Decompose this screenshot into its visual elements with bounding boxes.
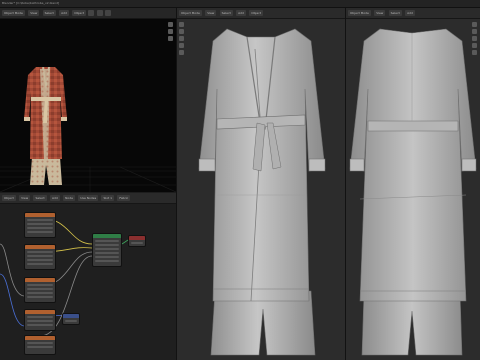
image-texture-metallic[interactable]: [24, 309, 56, 331]
back-viewport-header: Object Mode View Select Add: [346, 8, 480, 19]
front-viewport-header: Object Mode View Select Add Object: [177, 8, 345, 19]
move-tool-icon[interactable]: [472, 29, 477, 34]
back-mode-dropdown[interactable]: Object Mode: [348, 10, 371, 16]
back-solid-viewport[interactable]: Object Mode View Select Add: [346, 8, 480, 360]
image-texture-alpha[interactable]: [24, 335, 56, 355]
move-tool-icon[interactable]: [179, 36, 184, 41]
principled-bsdf[interactable]: [92, 233, 122, 267]
render-viewport[interactable]: Object Mode View Select Add Object: [0, 8, 176, 192]
overlay-icon[interactable]: [96, 10, 103, 16]
top-menu-bar: Blender* [C:\Robe\bathrobe_v2.blend]: [0, 0, 480, 8]
front-object-menu[interactable]: Object: [249, 10, 264, 16]
front-select-menu[interactable]: Select: [219, 10, 233, 16]
material-name-field[interactable]: Fabric: [117, 195, 131, 201]
rotate-tool-icon[interactable]: [179, 43, 184, 48]
back-toolbar: [472, 22, 478, 57]
app-title: Blender* [C:\Robe\bathrobe_v2.blend]: [2, 1, 60, 5]
node-editor-header: Object View Select Add Node Use Nodes Sl…: [0, 193, 176, 204]
view-menu[interactable]: View: [28, 10, 40, 16]
rotate-tool-icon[interactable]: [472, 36, 477, 41]
material-slot-dropdown[interactable]: Slot 1: [101, 195, 115, 201]
back-model-canvas: [349, 28, 477, 356]
use-nodes-toggle[interactable]: Use Nodes: [78, 195, 99, 201]
select-menu[interactable]: Select: [42, 10, 56, 16]
select-tool-icon[interactable]: [179, 22, 184, 27]
zoom-icon[interactable]: [168, 22, 173, 27]
front-add-menu[interactable]: Add: [236, 10, 246, 16]
node-view-menu[interactable]: View: [19, 195, 31, 201]
front-solid-viewport[interactable]: Object Mode View Select Add Object: [177, 8, 345, 360]
render-canvas: [0, 67, 176, 192]
camera-icon[interactable]: [168, 36, 173, 41]
front-toolbar: [179, 22, 185, 57]
nav-gizmo-column: [168, 22, 174, 43]
front-view-menu[interactable]: View: [205, 10, 217, 16]
viewport-shading-icon[interactable]: [88, 10, 95, 16]
node-menu[interactable]: Node: [63, 195, 75, 201]
back-select-menu[interactable]: Select: [388, 10, 402, 16]
floor-grid: [0, 166, 176, 192]
scale-tool-icon[interactable]: [472, 43, 477, 48]
front-mode-dropdown[interactable]: Object Mode: [179, 10, 202, 16]
back-add-menu[interactable]: Add: [405, 10, 415, 16]
normal-map[interactable]: [62, 313, 80, 325]
cursor-tool-icon[interactable]: [179, 29, 184, 34]
shader-node-editor[interactable]: Object View Select Add Node Use Nodes Sl…: [0, 193, 176, 360]
image-texture-base-color[interactable]: [24, 212, 56, 238]
pan-icon[interactable]: [168, 29, 173, 34]
node-select-menu[interactable]: Select: [33, 195, 47, 201]
node-add-menu[interactable]: Add: [50, 195, 60, 201]
material-output[interactable]: [128, 235, 146, 247]
annotate-tool-icon[interactable]: [472, 50, 477, 55]
robe-front-model[interactable]: [198, 28, 326, 356]
mode-dropdown[interactable]: Object Mode: [2, 10, 25, 16]
editor-type-dropdown[interactable]: Object: [2, 195, 16, 201]
back-view-menu[interactable]: View: [374, 10, 386, 16]
render-viewport-header: Object Mode View Select Add Object: [0, 8, 176, 19]
gizmo-icon[interactable]: [104, 10, 111, 16]
image-texture-roughness[interactable]: [24, 244, 56, 270]
add-menu[interactable]: Add: [59, 10, 69, 16]
image-texture-normal[interactable]: [24, 277, 56, 303]
select-tool-icon[interactable]: [472, 22, 477, 27]
front-model-canvas: [198, 28, 326, 356]
object-menu[interactable]: Object: [72, 10, 87, 16]
scale-tool-icon[interactable]: [179, 50, 184, 55]
robe-back-model[interactable]: [349, 28, 477, 356]
